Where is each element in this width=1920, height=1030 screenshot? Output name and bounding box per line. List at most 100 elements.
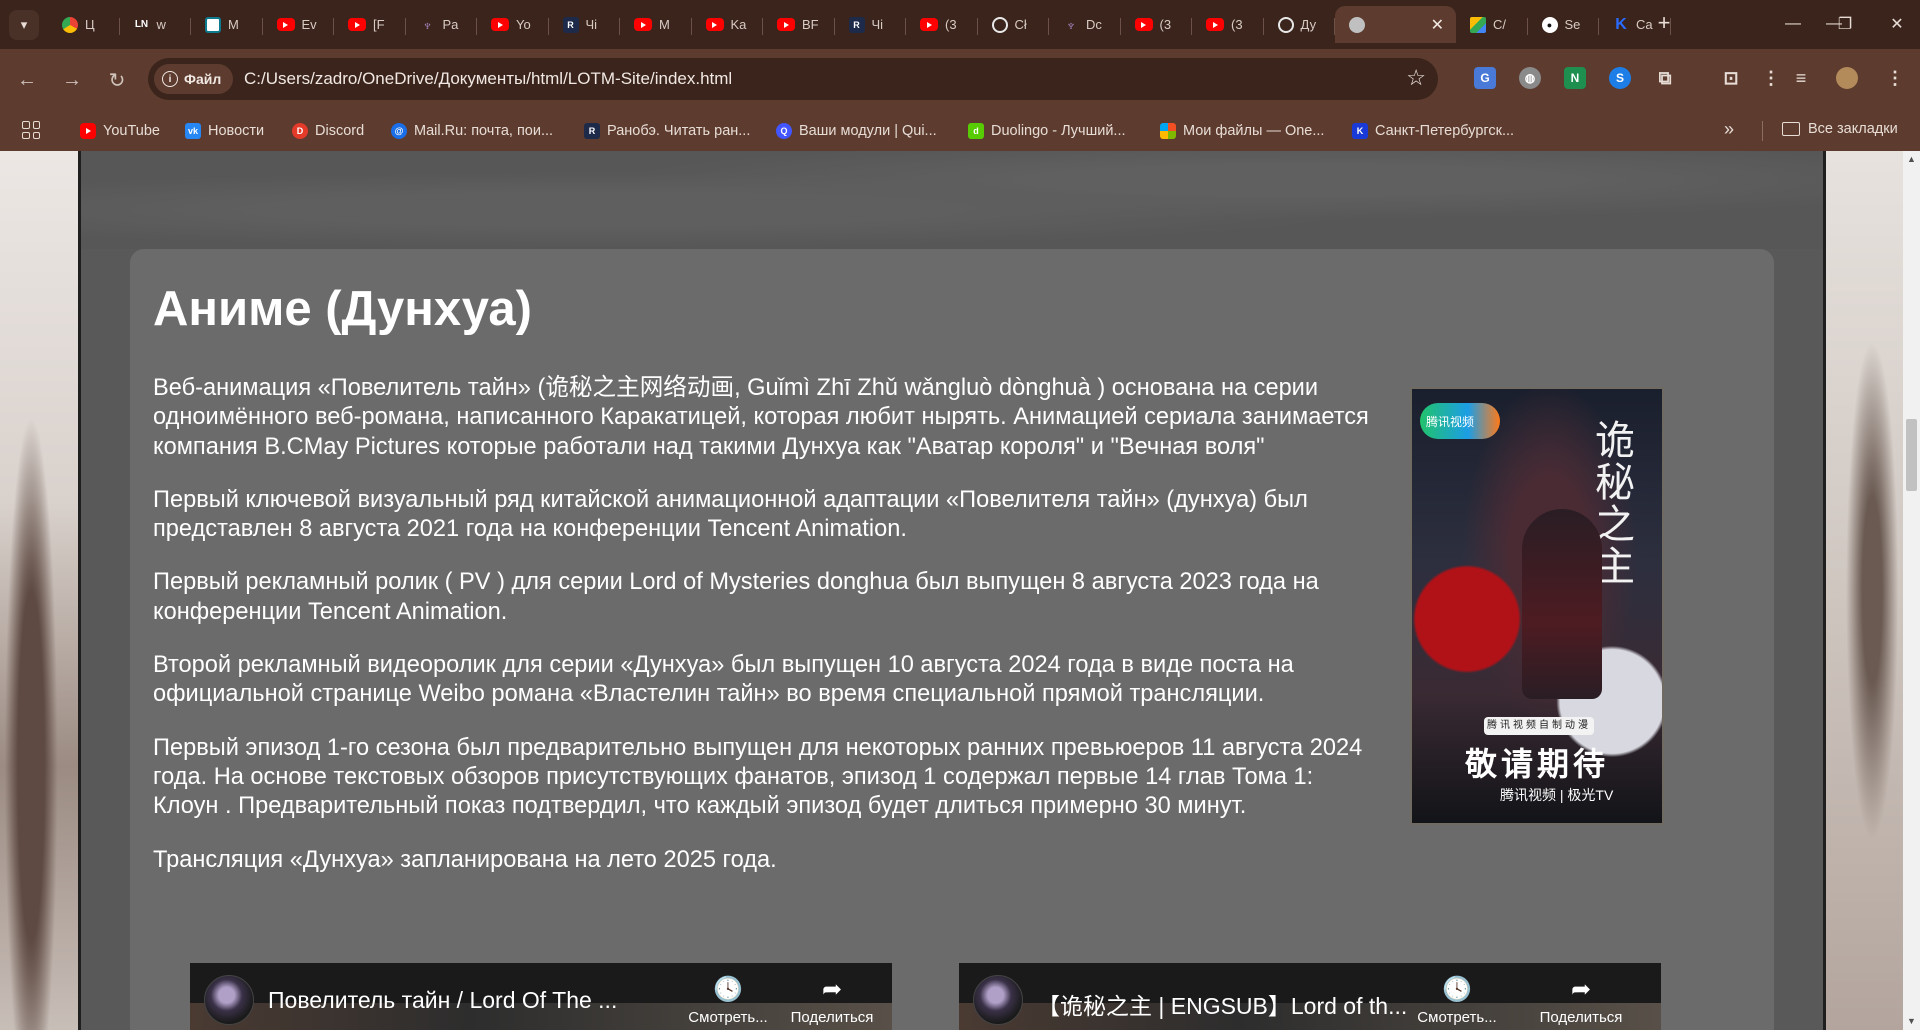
media-icon[interactable]: ≡ xyxy=(1790,67,1812,89)
bookmark-mailru[interactable]: @ Mail.Ru: почта, пои... xyxy=(391,121,553,141)
tab[interactable]: Yo xyxy=(477,6,549,43)
share-button[interactable]: ➦ Поделиться xyxy=(782,977,882,1027)
bookmark-star-icon[interactable]: ☆ xyxy=(1406,65,1426,91)
tab[interactable]: С/ xyxy=(1456,6,1528,43)
bookmark-duolingo[interactable]: d Duolingo - Лучший... xyxy=(968,121,1126,141)
paragraph: Первый эпизод 1-го сезона был предварите… xyxy=(153,734,1363,820)
apps-icon[interactable] xyxy=(22,121,40,139)
tab-title: Ц xyxy=(85,17,95,32)
bookmark-discord[interactable]: D Discord xyxy=(292,121,364,141)
bookmark-youtube[interactable]: YouTube xyxy=(80,121,160,141)
side-artwork-left xyxy=(0,151,78,1030)
tab[interactable]: ♆ Dc xyxy=(1049,6,1121,43)
video-embed[interactable]: Повелитель тайн / Lord Of The ... 🕓 Смотр… xyxy=(190,963,892,1030)
youtube-icon xyxy=(634,18,652,31)
tab[interactable]: Cł xyxy=(978,6,1050,43)
youtube-icon xyxy=(920,18,938,31)
tab[interactable]: ♆ Pa xyxy=(406,6,478,43)
chrome-icon xyxy=(62,16,78,33)
scroll-thumb[interactable] xyxy=(1906,419,1917,491)
menu-icon[interactable]: ⋮ xyxy=(1760,67,1782,89)
duolingo-icon: d xyxy=(968,123,984,139)
tab[interactable]: Ц xyxy=(48,6,120,43)
globe-icon xyxy=(1349,16,1365,33)
tab[interactable]: M xyxy=(191,6,263,43)
paragraph: Первый рекламный ролик ( PV ) для серии … xyxy=(153,569,1319,625)
youtube-icon xyxy=(705,18,724,31)
youtube-icon xyxy=(777,18,795,31)
poster-platform: 腾讯视频 | 极光TV xyxy=(1500,787,1614,803)
drive-icon xyxy=(1470,16,1486,33)
channel-avatar[interactable] xyxy=(973,975,1023,1025)
poster-tagline: 敬请期待 xyxy=(1464,746,1609,782)
video-title[interactable]: 【诡秘之主 | ENGSUB】Lord of th... xyxy=(1037,987,1407,1021)
shazam-icon[interactable]: S xyxy=(1609,67,1631,89)
tab[interactable]: R Чі xyxy=(549,6,621,43)
new-tab-button[interactable]: + xyxy=(1650,9,1678,37)
scroll-down-icon[interactable]: ▼ xyxy=(1903,1013,1920,1030)
mask-icon: ♆ xyxy=(1065,16,1077,33)
tab[interactable]: (3 xyxy=(906,6,978,43)
video-embed[interactable]: 【诡秘之主 | ENGSUB】Lord of th... 🕓 Смотреть..… xyxy=(959,963,1661,1030)
globe-ext-icon[interactable]: ◍ xyxy=(1519,67,1541,89)
tab-title: [F xyxy=(373,17,385,32)
scrollbar[interactable]: ▲ ▼ xyxy=(1903,151,1920,1030)
avatar[interactable] xyxy=(1836,67,1858,89)
screenshot-icon[interactable]: ⊡ xyxy=(1720,67,1742,89)
share-label: Поделиться xyxy=(1539,1009,1623,1026)
discord-icon: D xyxy=(292,123,308,139)
tab[interactable]: ● Se xyxy=(1528,6,1600,43)
tab-search-button[interactable]: ▾ xyxy=(9,10,39,40)
tab[interactable]: BF xyxy=(763,6,835,43)
close-tab-icon[interactable]: ✕ xyxy=(1431,15,1444,35)
tab[interactable]: Ду xyxy=(1264,6,1336,43)
watch-later-button[interactable]: 🕓 Смотреть... xyxy=(1407,977,1507,1027)
tab-title: w xyxy=(156,17,166,32)
tab[interactable]: (3 xyxy=(1121,6,1193,43)
more-bookmarks-icon[interactable]: » xyxy=(1724,119,1734,140)
translate-icon[interactable]: G xyxy=(1474,67,1496,89)
notion-icon[interactable]: N xyxy=(1564,67,1586,89)
url-text[interactable]: C:/Users/zadro/OneDrive/Документы/html/L… xyxy=(244,69,732,89)
minimize-button[interactable]: — xyxy=(1770,8,1816,40)
tab-title: Ka xyxy=(730,17,747,32)
tab[interactable]: [F xyxy=(334,6,406,43)
tab[interactable]: LN w xyxy=(120,6,192,43)
tab[interactable]: R Чі xyxy=(835,6,907,43)
all-bookmarks-button[interactable]: Все закладки xyxy=(1782,121,1898,137)
more-menu-icon[interactable]: ⋮ xyxy=(1884,67,1906,89)
extensions-icon[interactable]: ⧉ xyxy=(1654,67,1676,89)
tab[interactable]: Ev xyxy=(263,6,335,43)
ranobe-icon: R xyxy=(584,123,600,139)
close-button[interactable]: ✕ xyxy=(1874,8,1920,40)
channel-avatar[interactable] xyxy=(204,975,254,1025)
tab[interactable]: Ka xyxy=(692,6,764,43)
tab-active[interactable]: ✕ xyxy=(1335,6,1456,43)
restore-button[interactable]: ❐ xyxy=(1822,8,1868,40)
watch-later-button[interactable]: 🕓 Смотреть... xyxy=(678,977,778,1027)
tencent-video-logo: 腾讯视频 xyxy=(1420,403,1501,439)
bookmark-ranobe[interactable]: R Ранобэ. Читать ран... xyxy=(584,121,750,141)
bookmark-vk[interactable]: vk Новости xyxy=(185,121,264,141)
reload-button[interactable]: ↻ xyxy=(102,65,132,95)
tab[interactable]: M xyxy=(620,6,692,43)
tab[interactable]: (3 xyxy=(1192,6,1264,43)
chatgpt-icon xyxy=(1277,16,1294,33)
scroll-up-icon[interactable]: ▲ xyxy=(1903,151,1920,168)
forward-button[interactable]: → xyxy=(57,65,87,95)
watch-later-label: Смотреть... xyxy=(1417,1009,1497,1026)
tab-title: (3 xyxy=(1231,17,1243,32)
bookmark-quizlet[interactable]: Q Ваши модули | Qui... xyxy=(776,121,937,141)
site-info-button[interactable]: i Файл xyxy=(154,64,234,94)
video-title[interactable]: Повелитель тайн / Lord Of The ... xyxy=(268,987,617,1014)
back-button[interactable]: ← xyxy=(12,65,42,95)
bookmark-spb[interactable]: K Санкт-Петербургск... xyxy=(1352,121,1514,141)
tab-title: Чі xyxy=(585,17,598,32)
bookmark-onedrive[interactable]: Мои файлы — One... xyxy=(1160,121,1324,141)
share-button[interactable]: ➦ Поделиться xyxy=(1531,977,1631,1027)
bookmark-label: Duolingo - Лучший... xyxy=(991,123,1126,139)
section-title: Аниме (Дунхуа) xyxy=(153,282,532,336)
divider xyxy=(1762,121,1763,141)
bookmark-label: Discord xyxy=(315,123,365,139)
address-bar[interactable]: i Файл C:/Users/zadro/OneDrive/Документы… xyxy=(148,58,1438,100)
